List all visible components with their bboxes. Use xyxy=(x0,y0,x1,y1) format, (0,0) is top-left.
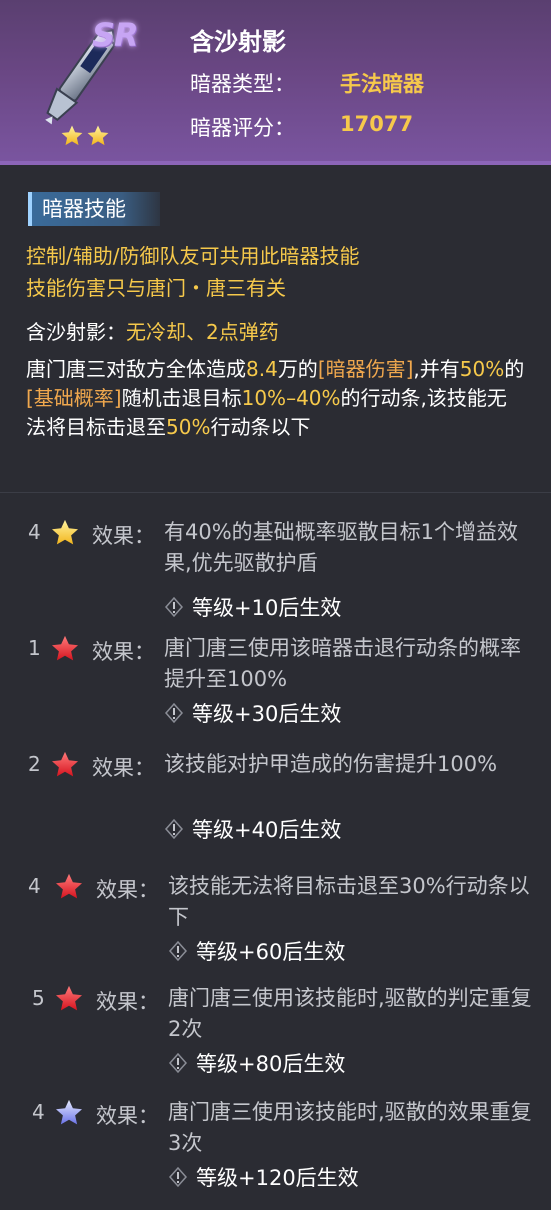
effect-label: 效果： xyxy=(96,878,159,902)
skill-props: 无冷却、2点弹药 xyxy=(126,320,279,344)
effect-star-count: 5 xyxy=(32,986,45,1010)
desc-text: 行动条以下 xyxy=(210,415,311,439)
gold-star-icon xyxy=(50,518,80,548)
skill-name: 含沙射影： xyxy=(26,320,126,344)
effect-star-count: 4 xyxy=(32,1100,45,1124)
rarity-badge: SR xyxy=(92,16,139,54)
warning-icon xyxy=(164,702,184,724)
desc-value: 50% xyxy=(459,357,505,381)
effect-star-count: 4 xyxy=(28,874,41,898)
effect-text: 唐门唐三使用该技能时,驱散的效果重复3次 xyxy=(168,1100,532,1155)
effect-requirement: 等级+10后生效 xyxy=(164,592,341,622)
desc-value: 50% xyxy=(166,415,211,439)
star-icon xyxy=(86,124,110,148)
effect-text: 有40%的基础概率驱散目标1个增益效果,优先驱散护盾 xyxy=(164,520,519,575)
star-icon xyxy=(60,124,84,148)
effect-label: 效果： xyxy=(92,756,155,780)
desc-tag: [基础概率] xyxy=(26,386,122,410)
effect-text: 该技能对护甲造成的伤害提升100% xyxy=(164,752,498,776)
requirement-text: 等级+120后生效 xyxy=(196,1166,359,1190)
red-star-icon xyxy=(54,984,84,1014)
red-star-icon xyxy=(54,872,84,902)
skill-name-row: 含沙射影：无冷却、2点弹药 xyxy=(26,316,279,345)
desc-text: ,并有 xyxy=(413,357,460,381)
requirement-text: 等级+10后生效 xyxy=(192,596,342,620)
desc-text: 万的 xyxy=(277,357,318,381)
warning-icon xyxy=(168,1166,188,1188)
type-label: 暗器类型： xyxy=(190,72,295,96)
warning-icon xyxy=(168,1052,188,1074)
blue-star-icon xyxy=(54,1098,84,1128)
desc-text: 唐门唐三对敌方全体造成 xyxy=(26,357,246,381)
score-label: 暗器评分： xyxy=(190,116,295,140)
requirement-text: 等级+30后生效 xyxy=(192,702,342,726)
type-row: 暗器类型： 手法暗器 xyxy=(190,68,424,98)
red-star-icon xyxy=(50,750,80,780)
section-divider xyxy=(0,492,551,493)
effect-star-count: 2 xyxy=(28,752,41,776)
score-row: 暗器评分： 17077 xyxy=(190,112,413,142)
score-value: 17077 xyxy=(340,112,414,136)
effect-requirement: 等级+80后生效 xyxy=(168,1048,345,1078)
effect-label: 效果： xyxy=(92,640,155,664)
effect-label: 效果： xyxy=(96,990,159,1014)
desc-text: 随机击退目标 xyxy=(121,386,242,410)
effect-label: 效果： xyxy=(96,1104,159,1128)
effect-text: 该技能无法将目标击退至30%行动条以下 xyxy=(168,874,530,929)
usable-by-text: 控制/辅助/防御队友可共用此暗器技能 xyxy=(26,244,360,268)
effect-star-count: 1 xyxy=(28,636,41,660)
warning-icon xyxy=(168,940,188,962)
effect-text: 唐门唐三使用该暗器击退行动条的概率提升至100% xyxy=(164,636,521,691)
requirement-text: 等级+40后生效 xyxy=(192,818,342,842)
desc-text: 的 xyxy=(504,357,525,381)
effect-requirement: 等级+120后生效 xyxy=(168,1162,359,1192)
skill-description: 唐门唐三对敌方全体造成8.4万的[暗器伤害],并有50%的[基础概率]随机击退目… xyxy=(26,355,526,442)
warning-icon xyxy=(164,818,184,840)
desc-tag: [暗器伤害] xyxy=(317,357,414,381)
requirement-text: 等级+60后生效 xyxy=(196,940,346,964)
requirement-text: 等级+80后生效 xyxy=(196,1052,346,1076)
desc-value: 10%–40% xyxy=(241,386,341,410)
red-star-icon xyxy=(50,634,80,664)
warning-icon xyxy=(164,596,184,618)
effect-star-count: 4 xyxy=(28,520,41,544)
effect-text: 唐门唐三使用该技能时,驱散的判定重复2次 xyxy=(168,986,532,1041)
skill-section-tag: 暗器技能 xyxy=(28,192,160,226)
effect-requirement: 等级+60后生效 xyxy=(168,936,345,966)
item-name: 含沙射影 xyxy=(190,28,286,56)
desc-value: 8.4 xyxy=(246,357,278,381)
damage-related-text: 技能伤害只与唐门・唐三有关 xyxy=(26,276,286,300)
rarity-stars xyxy=(60,124,110,150)
effect-requirement: 等级+40后生效 xyxy=(164,814,341,844)
effect-label: 效果： xyxy=(92,524,155,548)
effect-requirement: 等级+30后生效 xyxy=(164,698,341,728)
type-value: 手法暗器 xyxy=(340,72,424,96)
header-divider xyxy=(0,161,551,165)
